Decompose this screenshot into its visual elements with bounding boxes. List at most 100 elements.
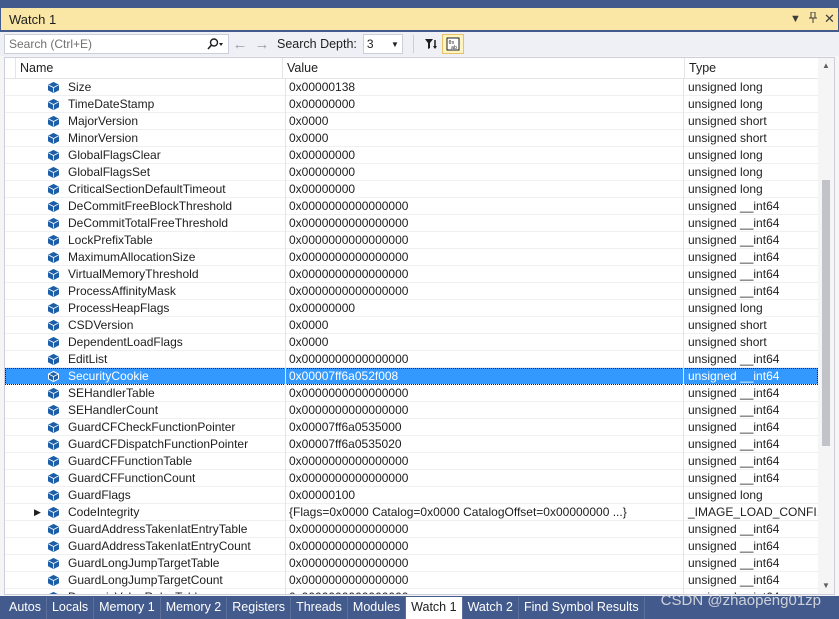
watch-row[interactable]: GuardCFDispatchFunctionPointer 0x00007ff6… bbox=[5, 436, 818, 453]
watch-row[interactable]: GuardCFCheckFunctionPointer 0x00007ff6a05… bbox=[5, 419, 818, 436]
watch-row-value: 0x0000000000000000 bbox=[285, 232, 683, 249]
tab-find-symbol-results[interactable]: Find Symbol Results bbox=[519, 597, 645, 619]
watch-row[interactable]: CriticalSectionDefaultTimeout 0x00000000 u… bbox=[5, 181, 818, 198]
watch-row[interactable]: SEHandlerTable 0x0000000000000000 unsigned… bbox=[5, 385, 818, 402]
watch-row[interactable]: ProcessHeapFlags 0x00000000 unsigned long bbox=[5, 300, 818, 317]
watch-row-name: DependentLoadFlags bbox=[68, 335, 183, 349]
search-backward-icon[interactable]: ← bbox=[229, 36, 251, 53]
watch-row[interactable]: DeCommitFreeBlockThreshold 0x000000000000… bbox=[5, 198, 818, 215]
field-icon bbox=[48, 269, 59, 280]
watch-row-type: unsigned long bbox=[683, 79, 818, 96]
watch-row[interactable]: SecurityCookie 0x00007ff6a052f008 unsigned… bbox=[5, 368, 818, 385]
watch-row-name: ProcessHeapFlags bbox=[68, 301, 170, 315]
watch-row-name: CriticalSectionDefaultTimeout bbox=[68, 182, 226, 196]
expand-arrow-icon[interactable]: ▶ bbox=[34, 504, 41, 521]
window-header[interactable]: Watch 1 ▼ ✕ bbox=[1, 8, 838, 30]
field-icon bbox=[48, 99, 59, 110]
toolbar: ← → Search Depth: 3 ▼ 0xab bbox=[0, 32, 839, 56]
watch-row[interactable]: GuardCFFunctionCount 0x0000000000000000 un… bbox=[5, 470, 818, 487]
watch-row[interactable]: GlobalFlagsSet 0x00000000 unsigned long bbox=[5, 164, 818, 181]
watch-row-name: LockPrefixTable bbox=[68, 233, 153, 247]
watch-row[interactable]: MaximumAllocationSize 0x0000000000000000 u… bbox=[5, 249, 818, 266]
watch-row-name: GuardCFCheckFunctionPointer bbox=[68, 420, 236, 434]
field-icon bbox=[48, 286, 59, 297]
search-box[interactable] bbox=[4, 34, 229, 54]
watch-row[interactable]: GuardLongJumpTargetTable 0x00000000000000… bbox=[5, 555, 818, 572]
watch-row-type: unsigned __int64 bbox=[683, 283, 818, 300]
field-icon bbox=[48, 303, 59, 314]
watch-row-name: GuardLongJumpTargetTable bbox=[68, 556, 220, 570]
tab-modules[interactable]: Modules bbox=[348, 597, 407, 619]
column-header-value[interactable]: Value bbox=[282, 58, 684, 78]
field-icon bbox=[48, 456, 59, 467]
watch-row[interactable]: GuardCFFunctionTable 0x0000000000000000 un… bbox=[5, 453, 818, 470]
watch-row-type: unsigned __int64 bbox=[683, 470, 818, 487]
tab-watch-2[interactable]: Watch 2 bbox=[463, 597, 519, 619]
watch-row-name: MajorVersion bbox=[68, 114, 139, 128]
watch-row[interactable]: Size 0x00000138 unsigned long bbox=[5, 79, 818, 96]
watch-row[interactable]: DeCommitTotalFreeThreshold 0x000000000000… bbox=[5, 215, 818, 232]
watch-row-name: CSDVersion bbox=[68, 318, 134, 332]
watch-row-value: 0x0000000000000000 bbox=[285, 555, 683, 572]
field-icon bbox=[48, 558, 59, 569]
watch-row[interactable]: ▶ CodeIntegrity {Flags=0x0000 Catalog=0x00… bbox=[5, 504, 818, 521]
search-depth-select[interactable]: 3 ▼ bbox=[362, 34, 403, 54]
watch-row-value: 0x0000000000000000 bbox=[285, 385, 683, 402]
watch-row-type: unsigned __int64 bbox=[683, 198, 818, 215]
watch-row[interactable]: GuardLongJumpTargetCount 0x00000000000000… bbox=[5, 572, 818, 589]
watch-row[interactable]: DependentLoadFlags 0x0000 unsigned short bbox=[5, 334, 818, 351]
watch-row-type: unsigned short bbox=[683, 113, 818, 130]
watch-row[interactable]: GuardAddressTakenIatEntryTable 0x00000000… bbox=[5, 521, 818, 538]
chevron-down-icon[interactable]: ▼ bbox=[787, 13, 804, 25]
tab-registers[interactable]: Registers bbox=[227, 597, 292, 619]
column-header-name[interactable]: Name bbox=[15, 58, 282, 78]
field-icon bbox=[48, 235, 59, 246]
watch-row[interactable]: GlobalFlagsClear 0x00000000 unsigned long bbox=[5, 147, 818, 164]
watch-row[interactable]: CSDVersion 0x0000 unsigned short bbox=[5, 317, 818, 334]
watch-row-value: 0x00000138 bbox=[285, 79, 683, 96]
watch-row[interactable]: LockPrefixTable 0x0000000000000000 unsigne… bbox=[5, 232, 818, 249]
search-forward-icon[interactable]: → bbox=[251, 36, 273, 53]
watch-row[interactable]: EditList 0x0000000000000000 unsigned __int… bbox=[5, 351, 818, 368]
tab-watch-1[interactable]: Watch 1 bbox=[406, 597, 463, 619]
watch-row[interactable]: GuardFlags 0x00000100 unsigned long bbox=[5, 487, 818, 504]
scrollbar-thumb[interactable] bbox=[822, 180, 830, 446]
hex-display-icon[interactable]: 0x ab bbox=[441, 34, 464, 54]
pin-icon[interactable] bbox=[804, 11, 821, 26]
tab-memory-2[interactable]: Memory 2 bbox=[161, 597, 228, 619]
watch-row[interactable]: ProcessAffinityMask 0x0000000000000000 uns… bbox=[5, 283, 818, 300]
watch-row-name: GuardLongJumpTargetCount bbox=[68, 573, 223, 587]
watch-row[interactable]: MajorVersion 0x0000 unsigned short bbox=[5, 113, 818, 130]
tab-autos[interactable]: Autos bbox=[4, 597, 47, 619]
search-depth-value: 3 bbox=[366, 37, 374, 51]
vertical-scrollbar[interactable]: ▲ ▼ bbox=[818, 58, 834, 594]
watch-row-name: DeCommitTotalFreeThreshold bbox=[68, 216, 229, 230]
tab-locals[interactable]: Locals bbox=[47, 597, 95, 619]
field-icon bbox=[48, 201, 59, 212]
watch-row[interactable]: VirtualMemoryThreshold 0x0000000000000000… bbox=[5, 266, 818, 283]
toolbar-divider bbox=[412, 35, 414, 53]
watch-row-type: unsigned long bbox=[683, 181, 818, 198]
watch-row-type: unsigned __int64 bbox=[683, 436, 818, 453]
watch-row-type: unsigned long bbox=[683, 300, 818, 317]
watch-row[interactable]: GuardAddressTakenIatEntryCount 0x00000000… bbox=[5, 538, 818, 555]
field-icon bbox=[49, 592, 58, 594]
tab-threads[interactable]: Threads bbox=[291, 597, 348, 619]
search-input[interactable] bbox=[5, 35, 202, 53]
watch-row-value: 0x0000000000000000 bbox=[285, 572, 683, 589]
close-icon[interactable]: ✕ bbox=[821, 11, 838, 27]
column-header-type[interactable]: Type bbox=[684, 58, 818, 78]
watch-row[interactable]: MinorVersion 0x0000 unsigned short bbox=[5, 130, 818, 147]
search-icon[interactable] bbox=[202, 35, 228, 53]
watch-row-type: unsigned __int64 bbox=[683, 572, 818, 589]
scroll-up-icon[interactable]: ▲ bbox=[818, 58, 834, 74]
watch-row-type: unsigned __int64 bbox=[683, 215, 818, 232]
watch-row-name: SEHandlerCount bbox=[68, 403, 159, 417]
watch-rows: Size 0x00000138 unsigned long TimeDateStamp… bbox=[5, 79, 818, 594]
watch-row[interactable]: TimeDateStamp 0x00000000 unsigned long bbox=[5, 96, 818, 113]
tab-memory-1[interactable]: Memory 1 bbox=[94, 597, 161, 619]
watch-row[interactable]: SEHandlerCount 0x0000000000000000 unsigned… bbox=[5, 402, 818, 419]
field-icon bbox=[48, 133, 59, 144]
filter-icon[interactable] bbox=[420, 34, 442, 54]
watch-row-value: 0x00000000 bbox=[285, 181, 683, 198]
